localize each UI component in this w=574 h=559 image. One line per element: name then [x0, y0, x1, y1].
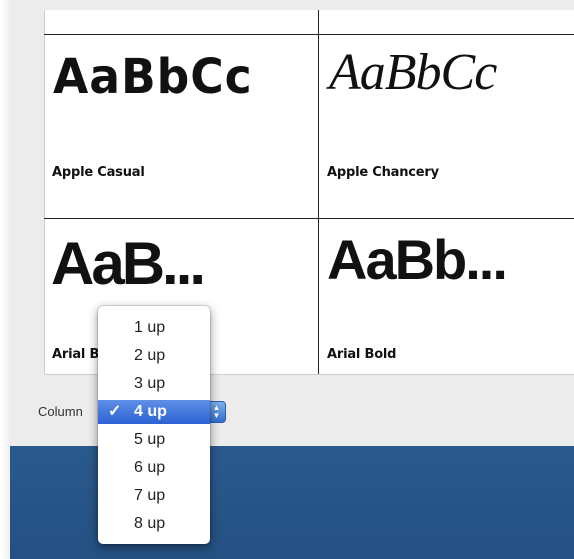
menu-option-label: 4 up [134, 403, 167, 420]
checkmark-icon: ✓ [108, 403, 122, 420]
menu-option-1-up[interactable]: 1 up [98, 314, 210, 342]
menu-option-label: 7 up [134, 487, 166, 504]
menu-option-label: 2 up [134, 347, 166, 364]
desktop-background [10, 446, 574, 559]
menu-option-label: 3 up [134, 375, 166, 392]
menu-option-label: 5 up [134, 431, 166, 448]
font-cell-apple-chancery[interactable]: AaBbCc Apple Chancery [319, 35, 574, 218]
font-cell-arial-bold[interactable]: AaBb... Arial Bold [319, 219, 574, 374]
menu-option-4-up[interactable]: ✓ 4 up [98, 400, 210, 424]
font-sample: AaBbCc [53, 49, 253, 105]
font-name: Apple Chancery [327, 165, 439, 180]
columns-label: Column [38, 404, 83, 419]
font-sample: AaBbCc [329, 44, 497, 101]
menu-option-5-up[interactable]: 5 up [98, 426, 210, 454]
menu-option-8-up[interactable]: 8 up [98, 510, 210, 538]
font-sample: AaBb... [327, 228, 508, 291]
menu-option-7-up[interactable]: 7 up [98, 482, 210, 510]
font-sample: AaB... [51, 230, 206, 297]
menu-option-label: 8 up [134, 515, 166, 532]
menu-option-2-up[interactable]: 2 up [98, 342, 210, 370]
window-shadow [0, 0, 10, 559]
font-name: Arial Bold [327, 347, 397, 362]
font-cell-apple-casual[interactable]: AaBbCc Apple Casual [45, 35, 318, 218]
up-down-arrows-icon: ▲ ▼ [212, 403, 221, 420]
font-name: Apple Casual [52, 165, 145, 180]
columns-dropdown-menu[interactable]: 1 up 2 up 3 up ✓ 4 up 5 up 6 up 7 up 8 u… [98, 306, 210, 544]
menu-option-label: 1 up [134, 319, 166, 336]
menu-option-6-up[interactable]: 6 up [98, 454, 210, 482]
menu-option-3-up[interactable]: 3 up [98, 370, 210, 398]
font-name: Arial B [52, 347, 100, 362]
menu-option-label: 6 up [134, 459, 166, 476]
